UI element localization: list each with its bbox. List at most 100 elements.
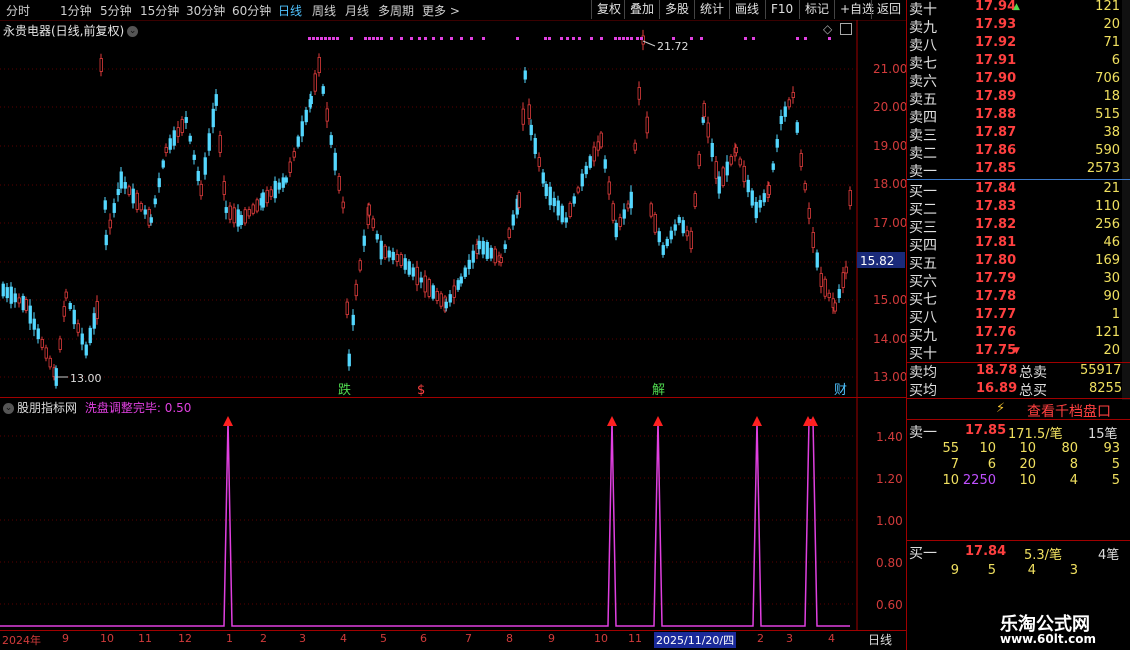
bid-row[interactable]: 买四 17.81 46 [907,235,1130,254]
candle-body [161,160,165,168]
period-monthly[interactable]: 月线 [345,2,369,19]
view-thousand-level-button[interactable]: 查看千档盘口 [1027,401,1111,421]
x-tick: 6 [420,632,427,645]
marker-finance[interactable]: 财 [834,383,847,398]
signal-dot [410,37,413,40]
candle-body [807,208,811,219]
period-indicator[interactable]: 日线 [868,631,892,648]
candle-body [44,347,48,359]
queue-buy1-avg: 5.3/笔 [1024,548,1063,563]
x-tick: 10 [594,632,608,645]
signal-dot [804,37,807,40]
marker-dollar[interactable]: $ [417,383,425,398]
period-15min[interactable]: 15分钟 [140,2,179,19]
candle-body [127,186,131,195]
level-label: 买三 [909,220,937,236]
candle-body [64,291,68,299]
level-price: 17.89 [975,89,1017,104]
candle-body [815,252,819,268]
ask-row[interactable]: 卖五 17.89 18 [907,89,1130,108]
ask-row[interactable]: 卖六 17.90 706 [907,71,1130,90]
multi-stock-button[interactable]: 多股 [659,0,694,19]
candle-body [333,152,337,171]
candle-body [572,196,576,204]
candle-body [239,215,243,225]
queue-cell: 5 [1111,473,1120,488]
candle-body [232,207,236,224]
indicator-chart[interactable] [0,398,906,630]
up-arrow-icon [752,416,762,426]
candle-body [819,273,823,287]
candle-body [477,240,481,250]
candle-body [395,254,399,262]
queue-cell: 6 [987,457,996,472]
bid-row[interactable]: 买七 17.78 90 [907,289,1130,308]
queue-buy1-price: 17.84 [965,544,1007,559]
level-price: 17.90 [975,71,1017,86]
ask-row[interactable]: 卖四 17.88 515 [907,107,1130,126]
candle-body [17,297,21,304]
period-minute[interactable]: 分时 [6,2,30,19]
queue-cell: 5 [1111,457,1120,472]
ask-row[interactable]: 卖二 17.86 590 [907,143,1130,162]
stats-button[interactable]: 统计 [694,0,729,19]
draw-line-button[interactable]: 画线 [729,0,764,19]
queue-sell1-label: 卖一 [909,425,937,441]
level-volume: 256 [1095,217,1120,232]
candle-body [387,250,391,258]
bid-row[interactable]: 买二 17.83 110 [907,199,1130,218]
mark-button[interactable]: 标记 [799,0,834,19]
ask-row[interactable]: 卖七 17.91 6 [907,53,1130,72]
level-label: 卖二 [909,146,937,162]
bid-row[interactable]: 买六 17.79 30 [907,271,1130,290]
bid-row[interactable]: 买五 17.80 169 [907,253,1130,272]
ask-row[interactable]: 卖一 17.85 2573 [907,161,1130,180]
overlay-button[interactable]: 叠加 [624,0,659,19]
period-more[interactable]: 更多 > [422,2,460,19]
f10-button[interactable]: F10 [765,0,798,19]
period-5min[interactable]: 5分钟 [100,2,132,19]
period-daily[interactable]: 日线 [278,2,302,19]
candle-body [833,302,837,312]
x-tick: 9 [548,632,555,645]
candle-body [399,254,403,266]
kline-chart[interactable]: 15.82 21.72 13.00 跌 $ 解 财 [0,20,906,398]
candle-body [533,138,537,154]
level-price: 17.81 [975,235,1017,250]
bid-row[interactable]: 买一 17.84 21 [907,181,1130,200]
period-1min[interactable]: 1分钟 [60,2,92,19]
queue-sell1-count: 15笔 [1088,427,1118,442]
ask-row[interactable]: 卖八 17.92 71 [907,35,1130,54]
level-price: 17.77 [975,307,1017,322]
ask-row[interactable]: 卖三 17.87 38 [907,125,1130,144]
x-tick: 3 [786,632,793,645]
candle-body [523,70,527,80]
period-60min[interactable]: 60分钟 [232,2,271,19]
queue-cell: 8 [1069,457,1078,472]
bid-row[interactable]: 买九 17.76 121 [907,325,1130,344]
queue-sell1-price: 17.85 [965,423,1007,438]
level-price: 17.94 [975,0,1017,14]
bid-row[interactable]: 买三 17.82 256 [907,217,1130,236]
marker-unlock[interactable]: 解 [652,383,665,398]
candle-body [367,204,371,216]
marker-drop[interactable]: 跌 [338,382,351,398]
adjust-button[interactable]: 复权 [591,0,626,19]
back-button[interactable]: 返回 [871,0,906,19]
candle-body [351,314,355,326]
signal-dot [690,37,693,40]
bid-row[interactable]: 买八 17.77 1 [907,307,1130,326]
level-price: 17.83 [975,199,1017,214]
level-label: 卖九 [909,20,937,36]
level-label: 卖五 [909,92,937,108]
period-toolbar: 分时 1分钟 5分钟 15分钟 30分钟 60分钟 日线 周线 月线 多周期 更… [0,0,906,21]
period-weekly[interactable]: 周线 [312,2,336,19]
candle-body [527,104,531,119]
period-30min[interactable]: 30分钟 [186,2,225,19]
signal-dot [566,37,569,40]
candle-body [803,183,807,191]
candle-body [36,328,40,340]
ask-row[interactable]: 卖九 17.93 20 [907,17,1130,36]
level-price: 17.92 [975,35,1017,50]
period-multi[interactable]: 多周期 [378,2,414,19]
